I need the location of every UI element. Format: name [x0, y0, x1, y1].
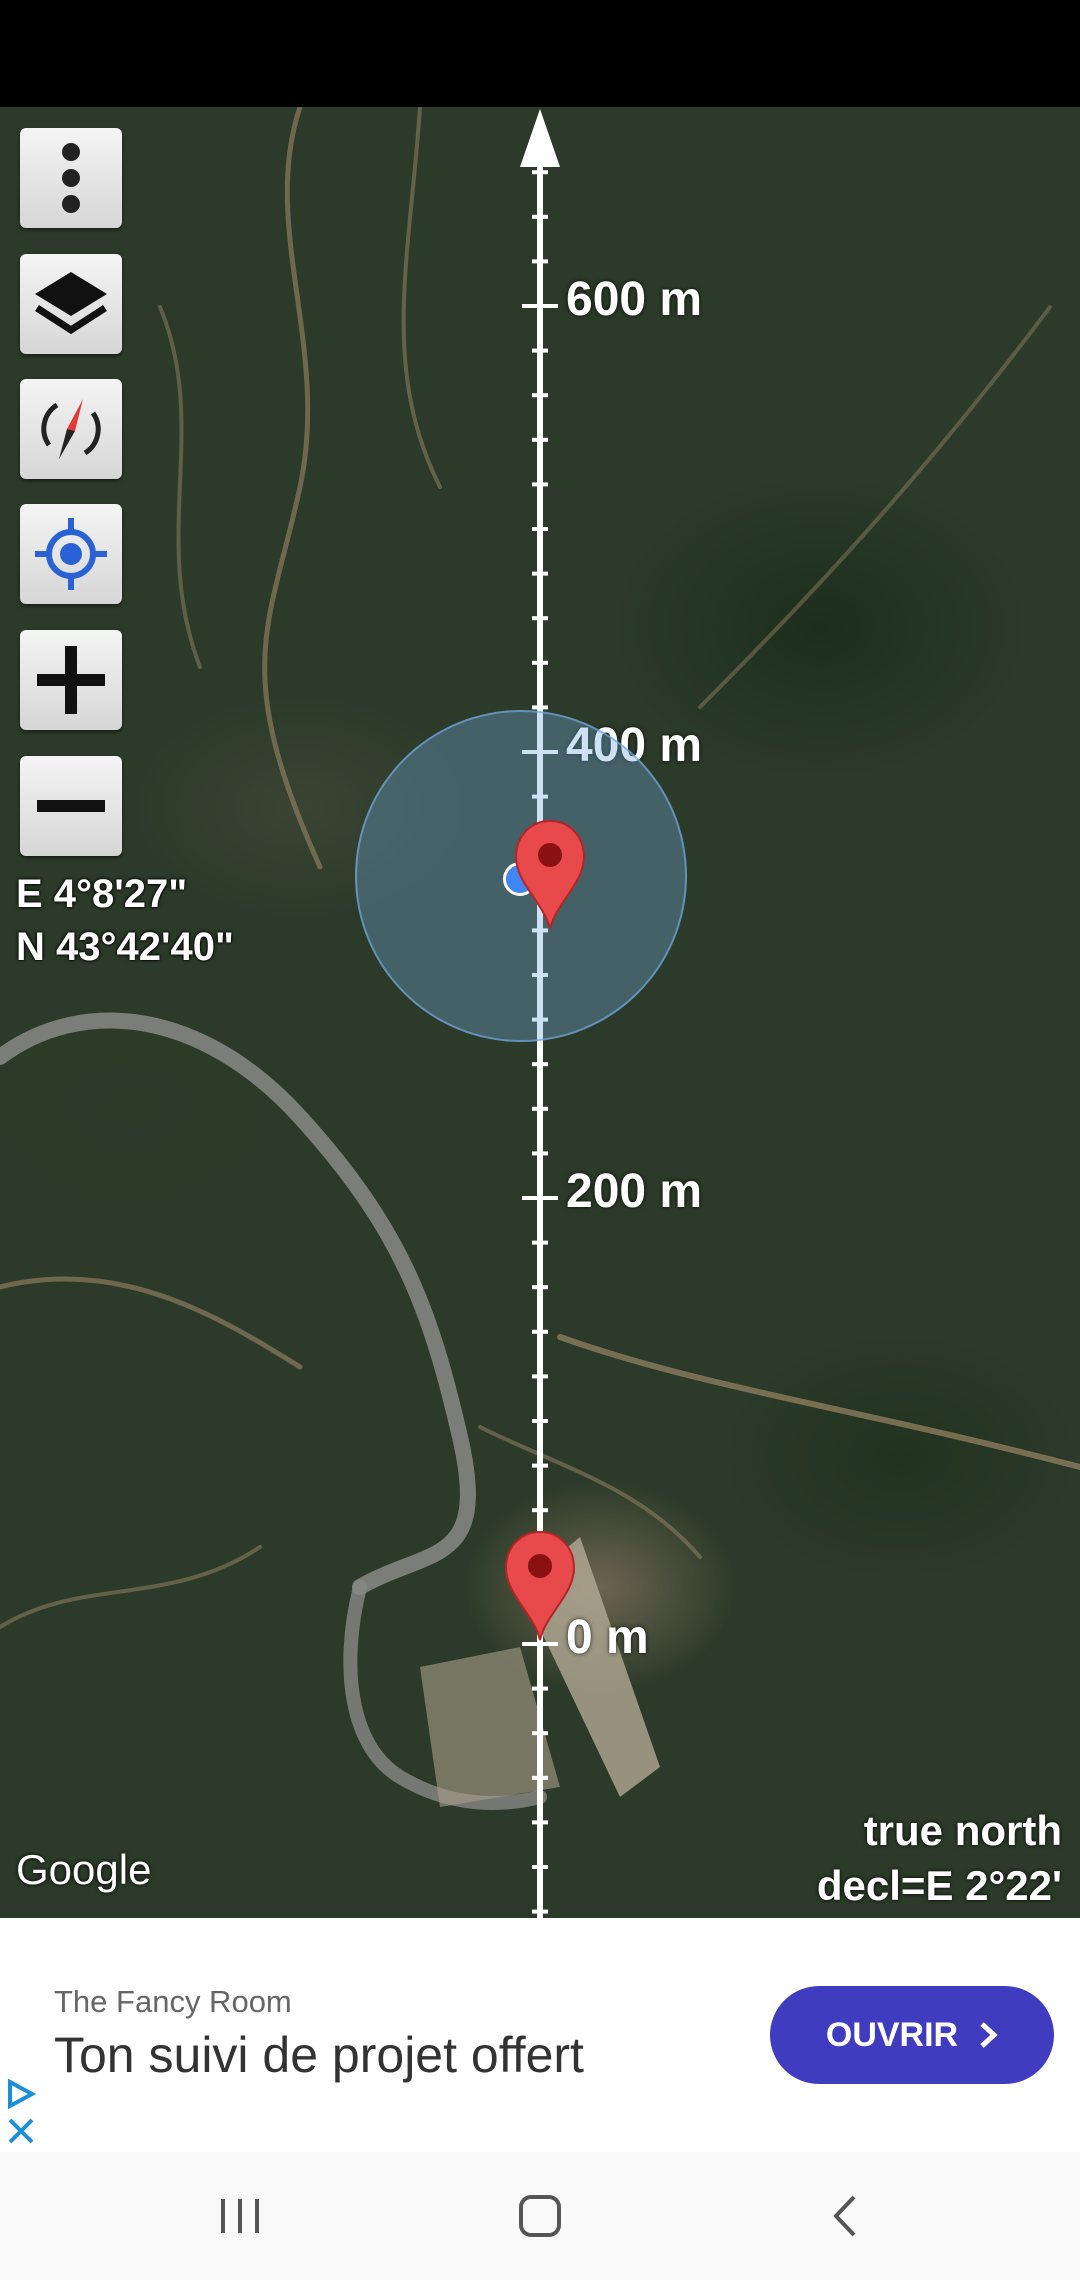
- ad-headline[interactable]: Ton suivi de projet offert: [54, 2026, 584, 2084]
- declination-readout: decl=E 2°22': [816, 1862, 1062, 1909]
- destination-marker-icon[interactable]: [514, 819, 586, 931]
- ad-choices-icon: [8, 2078, 37, 2144]
- north-arrow-icon: [520, 109, 560, 167]
- layers-icon: [35, 272, 107, 335]
- compass-rotate-button[interactable]: [20, 379, 122, 479]
- my-location-icon: [35, 518, 107, 590]
- scale-label-0: 0 m: [566, 1611, 649, 1664]
- system-nav-bar: [0, 2152, 1080, 2280]
- status-bar: [0, 0, 1080, 107]
- my-location-button[interactable]: [20, 504, 122, 604]
- home-icon: [519, 2195, 561, 2237]
- ad-open-button[interactable]: OUVRIR: [770, 1986, 1054, 2084]
- start-marker-icon[interactable]: [504, 1530, 576, 1642]
- scale-label-200: 200 m: [566, 1165, 703, 1218]
- ad-banner[interactable]: The Fancy Room Ton suivi de projet offer…: [0, 1918, 1080, 2152]
- google-logo: Google: [16, 1846, 152, 1893]
- back-icon: [833, 2195, 856, 2237]
- ad-choices[interactable]: [4, 2076, 38, 2150]
- latitude-readout: N 43°42'40": [16, 925, 234, 969]
- recent-apps-icon: [221, 2199, 259, 2233]
- zoom-out-button[interactable]: [20, 756, 122, 856]
- compass-rotate-icon: [41, 399, 101, 459]
- layers-button[interactable]: [20, 254, 122, 354]
- home-button[interactable]: [510, 2186, 570, 2246]
- satellite-map[interactable]: 600 m 400 m 200 m 0 m E 4°8'27" N 43°42'…: [0, 107, 1080, 1918]
- north-reference: true north: [863, 1807, 1062, 1854]
- chevron-right-icon: [980, 2022, 998, 2048]
- recent-apps-button[interactable]: [210, 2186, 270, 2246]
- longitude-readout: E 4°8'27": [16, 872, 188, 916]
- ad-advertiser: The Fancy Room: [54, 1984, 292, 2019]
- more-menu-icon: [62, 143, 80, 213]
- ad-open-label: OUVRIR: [825, 2015, 959, 2054]
- zoom-in-button[interactable]: [20, 630, 122, 730]
- zoom-in-icon: [37, 646, 105, 714]
- zoom-out-icon: [37, 800, 105, 812]
- scale-label-600: 600 m: [566, 273, 703, 326]
- more-menu-button[interactable]: [20, 128, 122, 228]
- back-button[interactable]: [815, 2186, 875, 2246]
